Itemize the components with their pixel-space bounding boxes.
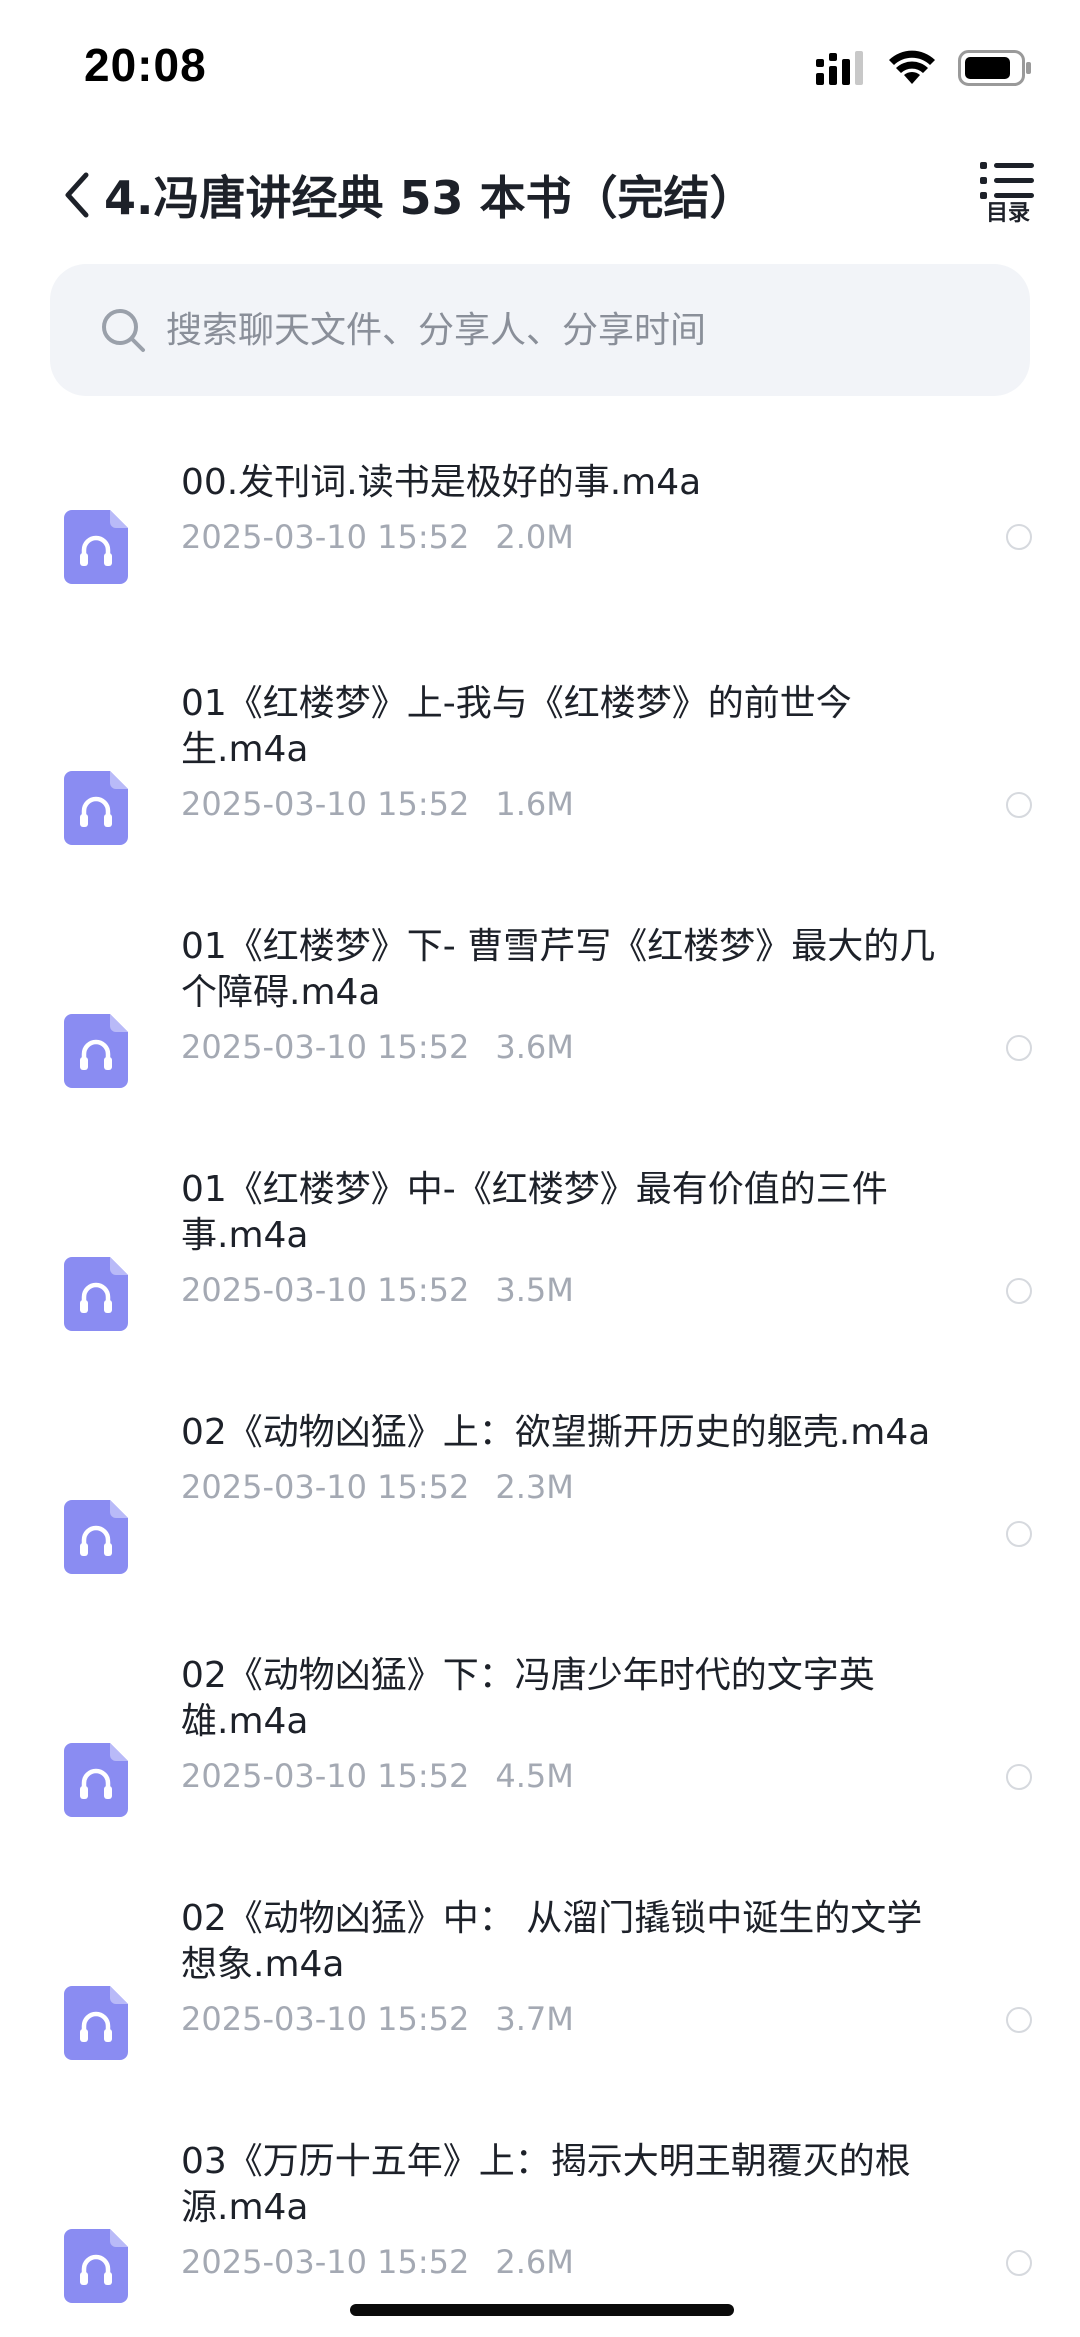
select-radio[interactable]: [1006, 792, 1032, 818]
audio-file-icon: [64, 510, 128, 584]
file-row[interactable]: 01《红楼梦》上-我与《红楼梦》的前世今生.m4a 2025-03-10 15:5…: [0, 663, 1080, 906]
screen: 20:08 4.冯唐讲经典 53 本书（完结） 目录 搜索聊天文件、分享人、分享…: [0, 0, 1080, 2337]
status-icons: [816, 46, 1032, 90]
back-button[interactable]: [54, 164, 100, 226]
audio-file-icon: [64, 2229, 128, 2303]
file-size: 2.3M: [495, 1468, 574, 1506]
file-meta: 2025-03-10 15:52 3.5M: [181, 1271, 941, 1309]
toc-label: 目录: [985, 201, 1030, 226]
file-meta: 2025-03-10 15:52 2.6M: [181, 2243, 941, 2281]
file-info: 01《红楼梦》下- 曹雪芹写《红楼梦》最大的几个障碍.m4a 2025-03-10…: [181, 924, 941, 1066]
search-bar[interactable]: [50, 264, 1030, 396]
file-size: 1.6M: [495, 785, 574, 823]
file-name: 00.发刊词.读书是极好的事.m4a: [181, 462, 702, 503]
select-radio[interactable]: [1006, 1278, 1032, 1304]
file-list: 00.发刊词.读书是极好的事.m4a 2025-03-10 15:52 2.0M 01…: [0, 420, 1080, 2337]
file-name: 03《万历十五年》上：揭示大明王朝覆灭的根源.m4a: [181, 2141, 911, 2228]
nav-bar: 4.冯唐讲经典 53 本书（完结） 目录: [0, 140, 1080, 250]
file-meta: 2025-03-10 15:52 2.0M: [181, 518, 941, 556]
file-date: 2025-03-10 15:52: [181, 518, 470, 556]
select-radio[interactable]: [1006, 2250, 1032, 2276]
audio-file-icon: [64, 771, 128, 845]
audio-file-icon: [64, 1257, 128, 1331]
toc-button[interactable]: 目录: [976, 160, 1040, 236]
file-date: 2025-03-10 15:52: [181, 1757, 470, 1795]
file-size: 3.6M: [495, 1028, 574, 1066]
file-name: 02《动物凶猛》下：冯唐少年时代的文字英雄.m4a: [181, 1655, 875, 1742]
file-info: 02《动物凶猛》中： 从溜门撬锁中诞生的文学想象.m4a 2025-03-10 1…: [181, 1896, 941, 2038]
file-date: 2025-03-10 15:52: [181, 2243, 470, 2281]
file-size: 2.0M: [495, 518, 574, 556]
file-info: 01《红楼梦》中-《红楼梦》最有价值的三件事.m4a 2025-03-10 15:…: [181, 1167, 941, 1309]
file-date: 2025-03-10 15:52: [181, 2000, 470, 2038]
battery-icon: [958, 50, 1031, 86]
file-meta: 2025-03-10 15:52 3.6M: [181, 1028, 941, 1066]
select-radio[interactable]: [1006, 2007, 1032, 2033]
file-name: 01《红楼梦》下- 曹雪芹写《红楼梦》最大的几个障碍.m4a: [181, 926, 936, 1013]
file-size: 4.5M: [495, 1757, 574, 1795]
file-info: 00.发刊词.读书是极好的事.m4a 2025-03-10 15:52 2.0M: [181, 460, 941, 556]
file-info: 02《动物凶猛》下：冯唐少年时代的文字英雄.m4a 2025-03-10 15:5…: [181, 1653, 941, 1795]
audio-file-icon: [64, 1743, 128, 1817]
audio-file-icon: [64, 1986, 128, 2060]
file-size: 3.7M: [495, 2000, 574, 2038]
file-meta: 2025-03-10 15:52 4.5M: [181, 1757, 941, 1795]
file-date: 2025-03-10 15:52: [181, 1468, 470, 1506]
audio-file-icon: [64, 1014, 128, 1088]
file-info: 02《动物凶猛》上：欲望撕开历史的躯壳.m4a 2025-03-10 15:52 2…: [181, 1410, 941, 1506]
file-row[interactable]: 02《动物凶猛》下：冯唐少年时代的文字英雄.m4a 2025-03-10 15:5…: [0, 1635, 1080, 1878]
status-bar: 20:08: [0, 0, 1080, 130]
select-radio[interactable]: [1006, 524, 1032, 550]
file-size: 2.6M: [495, 2243, 574, 2281]
select-radio[interactable]: [1006, 1764, 1032, 1790]
file-row[interactable]: 02《动物凶猛》上：欲望撕开历史的躯壳.m4a 2025-03-10 15:52 2…: [0, 1392, 1080, 1635]
home-indicator: [350, 2304, 734, 2316]
file-date: 2025-03-10 15:52: [181, 1271, 470, 1309]
file-meta: 2025-03-10 15:52 3.7M: [181, 2000, 941, 2038]
cellular-signal-icon: [816, 51, 863, 85]
file-name: 02《动物凶猛》上：欲望撕开历史的躯壳.m4a: [181, 1412, 931, 1453]
search-input[interactable]: [164, 308, 948, 352]
file-row[interactable]: 01《红楼梦》中-《红楼梦》最有价值的三件事.m4a 2025-03-10 15:…: [0, 1149, 1080, 1392]
file-meta: 2025-03-10 15:52 1.6M: [181, 785, 941, 823]
wifi-icon: [889, 50, 935, 84]
file-size: 3.5M: [495, 1271, 574, 1309]
list-icon: [980, 162, 1034, 199]
select-radio[interactable]: [1006, 1035, 1032, 1061]
select-radio[interactable]: [1006, 1521, 1032, 1547]
audio-file-icon: [64, 1500, 128, 1574]
file-info: 01《红楼梦》上-我与《红楼梦》的前世今生.m4a 2025-03-10 15:5…: [181, 681, 941, 823]
search-icon: [98, 305, 148, 355]
file-name: 02《动物凶猛》中： 从溜门撬锁中诞生的文学想象.m4a: [181, 1898, 923, 1985]
file-name: 01《红楼梦》中-《红楼梦》最有价值的三件事.m4a: [181, 1169, 888, 1256]
status-time: 20:08: [84, 39, 207, 91]
file-row[interactable]: 02《动物凶猛》中： 从溜门撬锁中诞生的文学想象.m4a 2025-03-10 1…: [0, 1878, 1080, 2121]
file-date: 2025-03-10 15:52: [181, 785, 470, 823]
file-row[interactable]: 00.发刊词.读书是极好的事.m4a 2025-03-10 15:52 2.0M: [0, 420, 1080, 663]
file-row[interactable]: 01《红楼梦》下- 曹雪芹写《红楼梦》最大的几个障碍.m4a 2025-03-10…: [0, 906, 1080, 1149]
page-title: 4.冯唐讲经典 53 本书（完结）: [104, 171, 756, 225]
chevron-left-icon: [65, 172, 89, 218]
file-info: 03《万历十五年》上：揭示大明王朝覆灭的根源.m4a 2025-03-10 15:…: [181, 2139, 941, 2281]
file-meta: 2025-03-10 15:52 2.3M: [181, 1468, 941, 1506]
file-date: 2025-03-10 15:52: [181, 1028, 470, 1066]
file-name: 01《红楼梦》上-我与《红楼梦》的前世今生.m4a: [181, 683, 852, 770]
